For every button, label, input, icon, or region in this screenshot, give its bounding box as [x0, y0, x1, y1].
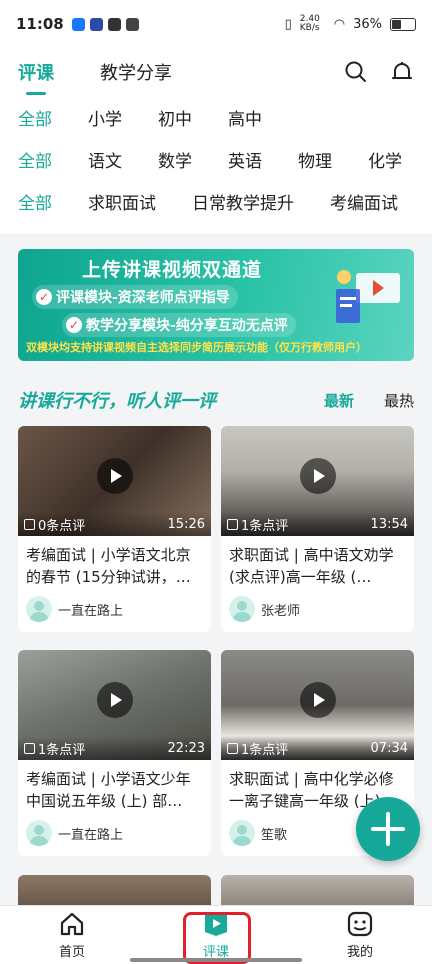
section-header: 讲课行不行，听人评一评 最新 最热: [18, 385, 414, 415]
vibrate-icon: ▯: [284, 16, 292, 32]
banner-title: 上传讲课视频双通道: [82, 259, 263, 281]
video-thumbnail[interactable]: 1条点评 07:34: [221, 650, 414, 760]
subject-chinese[interactable]: 语文: [88, 147, 122, 172]
add-video-button[interactable]: [356, 797, 420, 861]
banner-line-text: 教学分享模块-纯分享互动无点评: [86, 318, 288, 334]
avatar: [229, 820, 255, 846]
stage-all[interactable]: 全部: [18, 105, 52, 130]
subject-physics[interactable]: 物理: [298, 147, 332, 172]
author[interactable]: 一直在路上: [18, 812, 211, 846]
comment-icon: [227, 518, 238, 530]
nav-home[interactable]: 首页: [0, 906, 144, 964]
net-speed: 2.40 KB/s: [299, 14, 320, 33]
video-duration: 22:23: [167, 740, 205, 756]
battery-text: 36%: [353, 16, 382, 32]
subject-math[interactable]: 数学: [158, 147, 192, 172]
profile-face-icon: [347, 911, 373, 937]
top-nav: 评课 教学分享: [0, 48, 432, 96]
bell-icon[interactable]: [390, 60, 414, 84]
video-thumbnail[interactable]: 1条点评 22:23: [18, 650, 211, 760]
app-icon: [89, 17, 103, 31]
video-title: 考编面试 | 小学语文少年中国说五年级 (上) 部…: [26, 770, 191, 810]
subject-chemistry[interactable]: 化学: [368, 147, 402, 172]
avatar: [26, 596, 52, 622]
filter-panel: 全部 小学 初中 高中 全部 语文 数学 英语 物理 化学 全部 求职面试 日常…: [0, 96, 432, 234]
tab-review[interactable]: 评课: [18, 59, 54, 95]
thumb-meta: 1条点评 22:23: [18, 736, 211, 760]
thumb-meta: 1条点评 07:34: [221, 736, 414, 760]
subject-english[interactable]: 英语: [228, 147, 262, 172]
author-name: 一直在路上: [58, 603, 124, 619]
message-icon: [125, 17, 139, 31]
comment-icon: [227, 742, 238, 754]
sort-latest[interactable]: 最新: [324, 390, 354, 411]
play-icon[interactable]: [96, 681, 133, 718]
thumb-meta: 1条点评 13:54: [221, 512, 414, 536]
banner-footnote: 双模块均支持讲课视频自主选择同步简历展示功能（仅万行教师用户）: [26, 341, 367, 354]
category-job-interview[interactable]: 求职面试: [88, 189, 156, 214]
subject-all[interactable]: 全部: [18, 147, 52, 172]
category-exam-interview[interactable]: 考编面试: [330, 189, 398, 214]
video-duration: 13:54: [370, 516, 408, 532]
banner-line-share: ✓ 教学分享模块-纯分享互动无点评: [62, 313, 296, 337]
stage-primary[interactable]: 小学: [88, 105, 122, 130]
banner-line-text: 评课模块-资深老师点评指导: [56, 290, 230, 306]
author[interactable]: 张老师: [221, 588, 414, 622]
home-icon: [60, 912, 84, 936]
battery-icon: [390, 17, 416, 31]
comment-count: 1条点评: [241, 742, 289, 758]
video-title: 考编面试 | 小学语文北京的春节 (15分钟试讲，…: [26, 546, 191, 586]
author[interactable]: 一直在路上: [18, 588, 211, 622]
avatar: [229, 596, 255, 622]
avatar: [26, 820, 52, 846]
author-name: 张老师: [261, 603, 301, 619]
tab-teaching-share[interactable]: 教学分享: [100, 59, 172, 85]
wifi-icon: ◠: [333, 16, 346, 32]
status-time: 11:08: [16, 15, 64, 33]
check-icon: ✓: [36, 289, 52, 305]
tap-highlight-box: [183, 912, 251, 964]
app-icon: [107, 17, 121, 31]
video-duration: 07:34: [370, 740, 408, 756]
comment-count: 0条点评: [38, 518, 86, 534]
author-name: 一直在路上: [58, 827, 124, 843]
comment-icon: [24, 518, 35, 530]
play-icon[interactable]: [96, 457, 133, 494]
category-filter: 全部 求职面试 日常教学提升 考编面试: [0, 180, 432, 222]
section-title: 讲课行不行，听人评一评: [18, 391, 216, 412]
alipay-icon: [71, 17, 85, 31]
check-icon: ✓: [66, 317, 82, 333]
sort-hot[interactable]: 最热: [384, 390, 414, 411]
video-card[interactable]: 1条点评 13:54 求职面试 | 高中语文劝学(求点评)高一年级 (… 张老师: [221, 426, 414, 632]
comment-count: 1条点评: [38, 742, 86, 758]
thumb-meta: 0条点评 15:26: [18, 512, 211, 536]
category-daily-teaching[interactable]: 日常教学提升: [192, 189, 294, 214]
category-all[interactable]: 全部: [18, 189, 52, 214]
video-card[interactable]: 1条点评 22:23 考编面试 | 小学语文少年中国说五年级 (上) 部… 一直…: [18, 650, 211, 856]
play-icon[interactable]: [299, 457, 336, 494]
video-duration: 15:26: [167, 516, 205, 532]
stage-senior[interactable]: 高中: [228, 105, 262, 130]
subject-filter: 全部 语文 数学 英语 物理 化学: [0, 138, 432, 180]
nav-label: 首页: [58, 945, 85, 960]
video-title: 求职面试 | 高中语文劝学(求点评)高一年级 (…: [229, 546, 394, 586]
home-indicator[interactable]: [130, 958, 302, 962]
battery-fill: [392, 19, 401, 29]
promo-banner[interactable]: 上传讲课视频双通道 ✓ 评课模块-资深老师点评指导 ✓ 教学分享模块-纯分享互动无点…: [18, 249, 414, 361]
status-bar: 11:08 ▯ 2.40 KB/s ◠ 36%: [0, 0, 432, 48]
video-illustration-icon: [336, 270, 400, 323]
video-thumbnail[interactable]: 1条点评 13:54: [221, 426, 414, 536]
nav-label: 我的: [346, 945, 373, 960]
comment-icon: [24, 742, 35, 754]
video-thumbnail[interactable]: 0条点评 15:26: [18, 426, 211, 536]
play-icon[interactable]: [299, 681, 336, 718]
nav-mine[interactable]: 我的: [288, 906, 432, 964]
search-icon[interactable]: [344, 60, 368, 84]
stage-filter: 全部 小学 初中 高中: [0, 96, 432, 138]
stage-junior[interactable]: 初中: [158, 105, 192, 130]
comment-count: 1条点评: [241, 518, 289, 534]
author-name: 笙歌: [261, 827, 288, 843]
video-card[interactable]: 0条点评 15:26 考编面试 | 小学语文北京的春节 (15分钟试讲，… 一直…: [18, 426, 211, 632]
banner-line-review: ✓ 评课模块-资深老师点评指导: [32, 285, 238, 309]
